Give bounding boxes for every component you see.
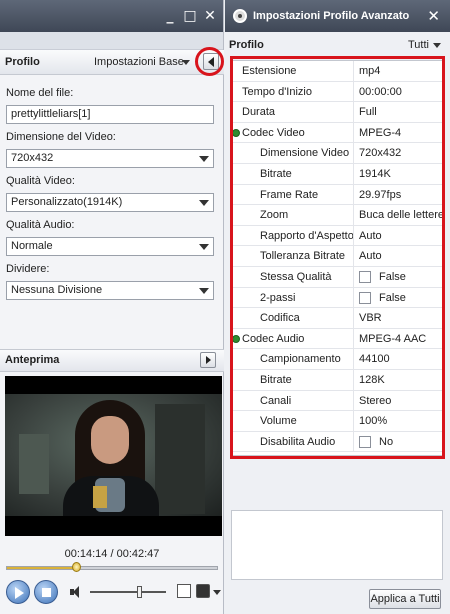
- preview-label: Anteprima: [5, 354, 60, 366]
- timecode: 00:14:14 / 00:42:47: [64, 548, 160, 560]
- audio-quality-select[interactable]: Normale: [6, 237, 214, 256]
- speaker-icon[interactable]: [70, 586, 82, 598]
- preview-header: Anteprima: [0, 349, 224, 372]
- scene-background: [19, 434, 49, 494]
- chevron-down-icon[interactable]: [213, 590, 221, 595]
- toolbar-strip: [0, 32, 223, 50]
- description-box: [231, 510, 443, 580]
- stop-button[interactable]: [34, 580, 58, 604]
- file-name-input[interactable]: prettylittleliars[1]: [6, 105, 214, 124]
- stop-icon: [42, 588, 51, 597]
- seek-bar[interactable]: [6, 566, 218, 570]
- seek-fill: [7, 567, 77, 569]
- audio-quality-label: Qualità Audio:: [6, 219, 75, 231]
- volume-handle[interactable]: [137, 586, 143, 598]
- profile-label: Profilo: [229, 39, 264, 51]
- chevron-down-icon[interactable]: [199, 288, 209, 294]
- scene-person-face: [91, 416, 129, 464]
- volume-slider[interactable]: [90, 591, 166, 593]
- camera-icon[interactable]: [196, 584, 210, 598]
- film-reel-icon: [233, 9, 247, 23]
- chevron-down-icon[interactable]: [199, 156, 209, 162]
- video-quality-label: Qualità Video:: [6, 175, 75, 187]
- highlight-circle: [195, 47, 224, 76]
- seek-handle[interactable]: [71, 562, 81, 572]
- chevron-down-icon[interactable]: [182, 60, 190, 65]
- split-label: Dividere:: [6, 263, 50, 275]
- chevron-down-icon[interactable]: [199, 200, 209, 206]
- profile-label: Profilo: [5, 56, 40, 68]
- left-titlebar: _ □ ✕: [0, 0, 223, 32]
- video-size-label: Dimensione del Video:: [6, 131, 116, 143]
- highlight-box: [230, 56, 445, 459]
- video-quality-select[interactable]: Personalizzato(1914K): [6, 193, 214, 212]
- close-icon[interactable]: ✕: [203, 9, 217, 23]
- filter-dropdown[interactable]: Tutti: [408, 39, 429, 51]
- video-size-select[interactable]: 720x432: [6, 149, 214, 168]
- preview-expand-button[interactable]: [200, 352, 216, 368]
- video-frame: [5, 394, 222, 516]
- profile-mode-dropdown[interactable]: Impostazioni Base: [94, 56, 184, 68]
- video-preview[interactable]: [5, 376, 222, 536]
- file-name-label: Nome del file:: [6, 87, 74, 99]
- advanced-profile-header: Profilo Tutti: [229, 36, 445, 54]
- chevron-down-icon[interactable]: [433, 43, 441, 48]
- chevron-down-icon[interactable]: [199, 244, 209, 250]
- play-icon: [15, 587, 24, 599]
- minimize-icon[interactable]: _: [163, 9, 177, 23]
- right-titlebar: Impostazioni Profilo Avanzato: [225, 0, 450, 32]
- effects-icon[interactable]: [177, 584, 191, 598]
- close-icon[interactable]: ✕: [427, 7, 440, 25]
- scene-door: [155, 404, 205, 514]
- apply-to-all-button[interactable]: Applica a Tutti: [369, 589, 441, 609]
- split-value: Nessuna Divisione: [11, 284, 103, 296]
- video-quality-value: Personalizzato(1914K): [11, 196, 123, 208]
- profile-header: Profilo Impostazioni Base: [0, 50, 224, 75]
- split-select[interactable]: Nessuna Divisione: [6, 281, 214, 300]
- play-button[interactable]: [6, 580, 30, 604]
- maximize-icon[interactable]: □: [183, 9, 197, 23]
- window-title: Impostazioni Profilo Avanzato: [253, 10, 410, 22]
- scene-prop: [93, 486, 107, 508]
- video-size-value: 720x432: [11, 152, 54, 164]
- audio-quality-value: Normale: [11, 240, 53, 252]
